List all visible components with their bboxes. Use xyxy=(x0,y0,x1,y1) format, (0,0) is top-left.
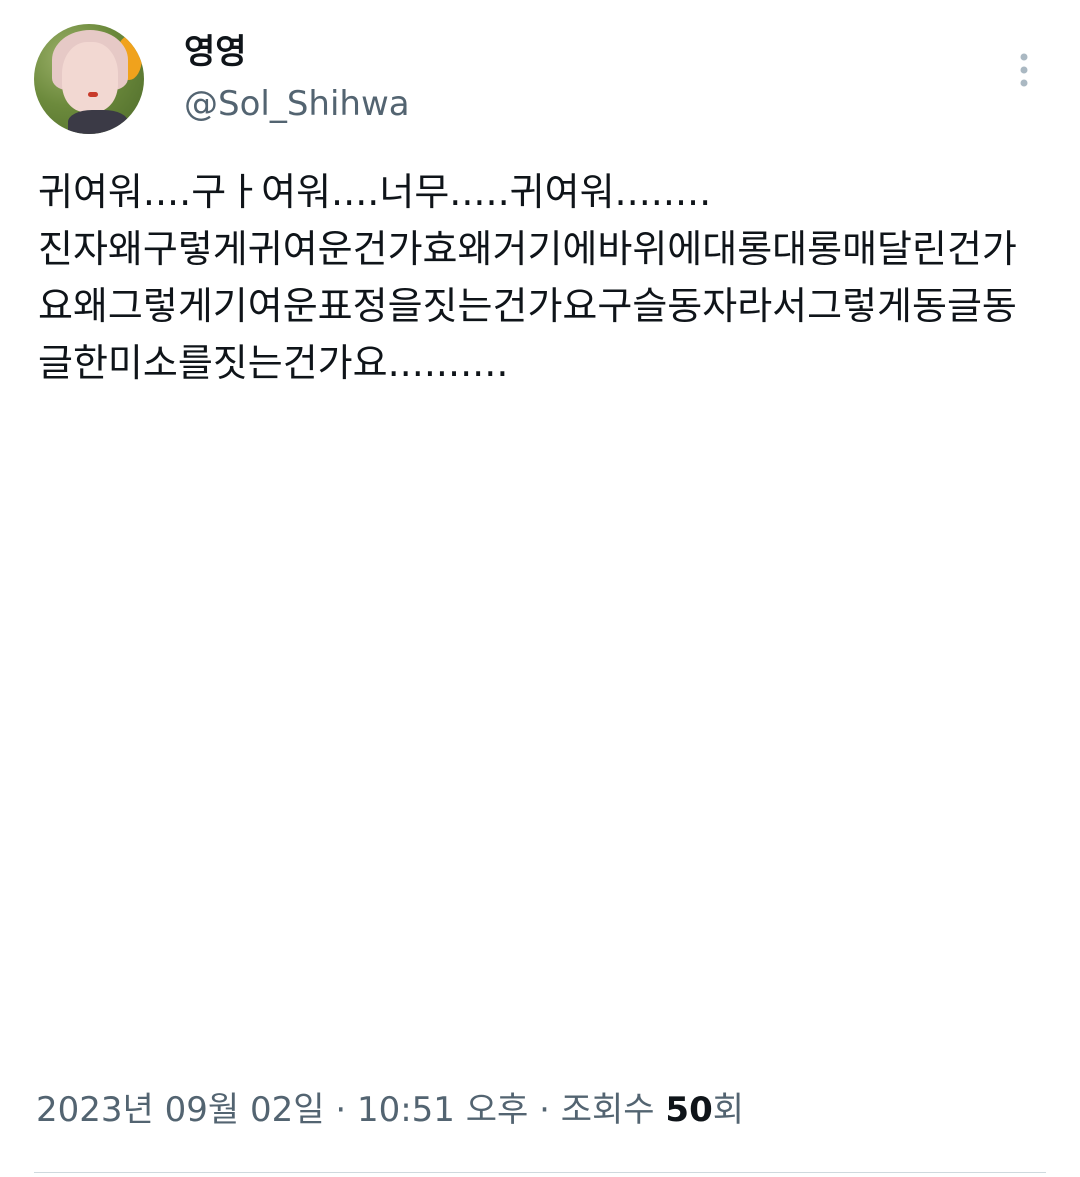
meta-separator: · xyxy=(335,1090,347,1130)
divider xyxy=(34,1172,1046,1173)
user-handle[interactable]: @Sol_Shihwa xyxy=(184,84,410,124)
views-unit: 회 xyxy=(712,1090,745,1130)
avatar-body xyxy=(68,110,128,134)
avatar-lip xyxy=(88,92,98,97)
more-vertical-icon xyxy=(1020,53,1028,87)
avatar-face xyxy=(62,42,118,112)
tweet-header: 영영 @Sol_Shihwa xyxy=(34,24,1046,134)
tweet-time[interactable]: 10:51 오후 xyxy=(357,1090,528,1130)
meta-separator: · xyxy=(539,1090,550,1130)
avatar[interactable] xyxy=(34,24,144,134)
tweet-date[interactable]: 2023년 09월 02일 xyxy=(36,1090,325,1130)
tweet-text: 귀여워....구ㅏ여워....너무.....귀여워........ 진자왜구렇게… xyxy=(38,170,1017,385)
views-label: 조회수 xyxy=(560,1090,655,1130)
more-options-button[interactable] xyxy=(1006,50,1042,90)
display-name[interactable]: 영영 xyxy=(184,32,247,72)
tweet-media[interactable] xyxy=(38,470,1043,1060)
tweet-metadata: 2023년 09월 02일 · 10:51 오후 · 조회수 50회 xyxy=(36,1088,744,1132)
views-count: 50 xyxy=(665,1090,713,1130)
